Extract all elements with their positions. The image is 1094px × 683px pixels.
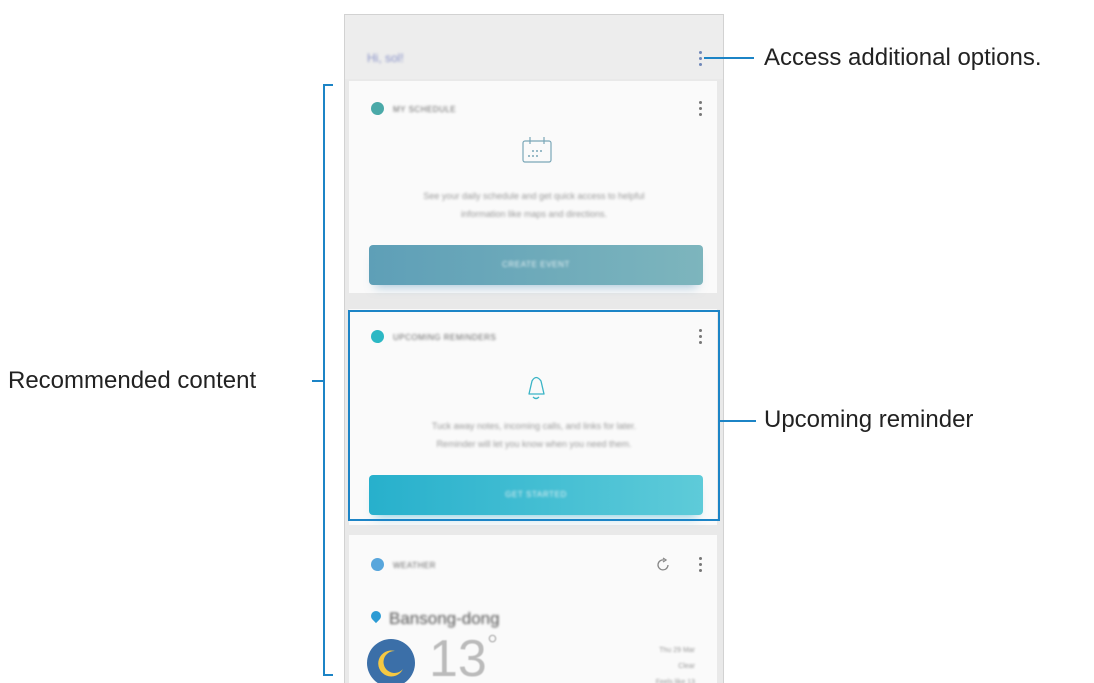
recommended-bracket [323, 84, 333, 676]
briefing-header: Hi, sol! [345, 15, 723, 79]
calendar-illustration-icon [522, 137, 552, 163]
moon-icon [378, 650, 403, 677]
schedule-description: See your daily schedule and get quick ac… [423, 191, 645, 219]
greeting-text: Hi, sol! [367, 51, 404, 65]
weather-icon [371, 558, 384, 571]
schedule-card[interactable]: MY SCHEDULE See your daily schedule and … [349, 81, 717, 293]
upcoming-callout-line [720, 420, 756, 422]
recommended-callout: Recommended content [8, 367, 257, 394]
weather-location: Bansong-dong [389, 609, 500, 628]
upcoming-callout: Upcoming reminder [764, 406, 974, 433]
recommended-callout-line [312, 380, 323, 382]
options-callout-line [704, 57, 754, 59]
more-vertical-icon[interactable] [699, 51, 703, 67]
weather-card-title: WEATHER [393, 561, 436, 570]
create-event-button[interactable]: CREATE EVENT [369, 245, 703, 285]
options-callout: Access additional options. [764, 44, 1042, 71]
schedule-more-icon[interactable] [699, 101, 703, 117]
weather-card[interactable]: WEATHER Bansong-dong 13° Thu 29 Mar Clea… [349, 535, 717, 683]
weather-details: Thu 29 Mar Clear Feels like 13 [655, 647, 695, 683]
weather-condition-badge [367, 639, 415, 683]
location-pin-icon [368, 608, 384, 624]
upcoming-reminder-highlight [348, 310, 720, 521]
refresh-icon[interactable] [655, 557, 671, 573]
weather-more-icon[interactable] [699, 557, 703, 573]
calendar-icon [371, 102, 384, 115]
weather-temperature: 13° [429, 629, 499, 683]
schedule-card-title: MY SCHEDULE [393, 105, 457, 114]
